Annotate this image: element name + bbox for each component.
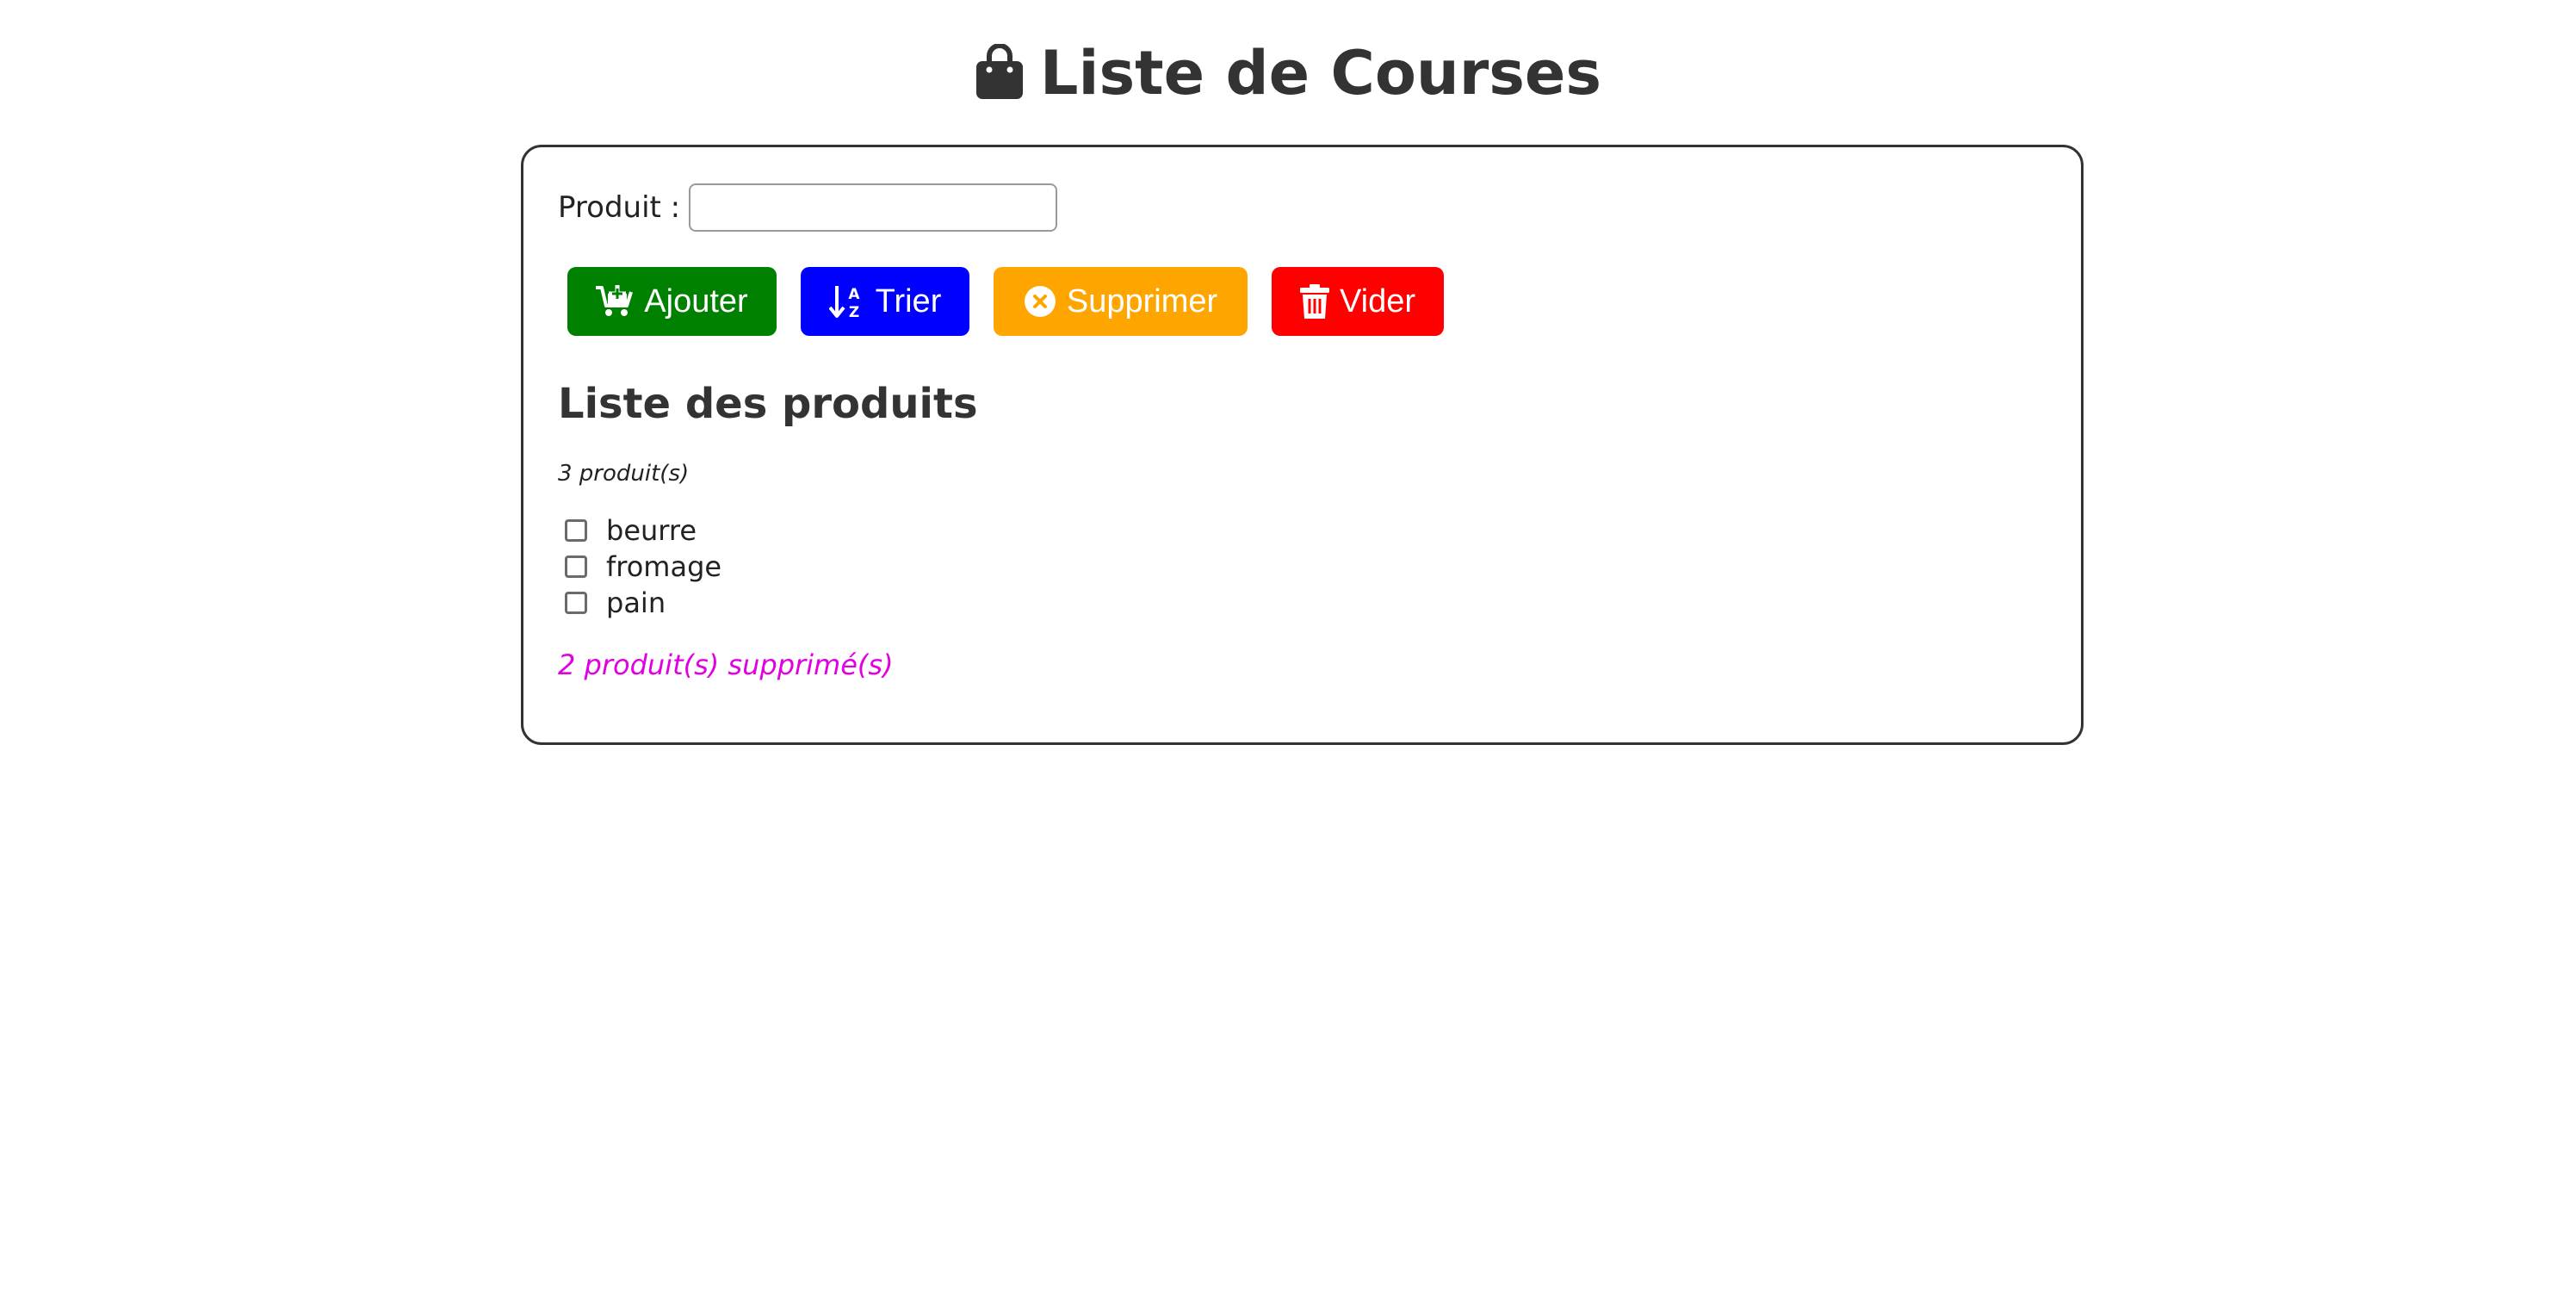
page-title: Liste de Courses [0, 34, 2576, 119]
sort-button-label: Trier [875, 282, 942, 320]
item-checkbox[interactable] [565, 555, 587, 578]
list-item: pain [565, 585, 721, 621]
shopping-bag-icon [975, 41, 1025, 119]
svg-text:A: A [848, 286, 860, 303]
remove-button-label: Supprimer [1066, 282, 1218, 320]
list-title: Liste des produits [558, 380, 978, 428]
sort-button[interactable]: A Z Trier [801, 267, 969, 336]
cart-plus-icon [596, 285, 634, 316]
clear-button[interactable]: Vider [1272, 267, 1444, 336]
sort-alpha-down-icon: A Z [828, 286, 860, 319]
item-count: 3 produit(s) [558, 461, 690, 487]
product-input[interactable] [689, 183, 1058, 232]
item-checkbox[interactable] [565, 592, 587, 614]
product-field-row: Produit : [558, 182, 1058, 233]
page-title-text: Liste de Courses [1039, 38, 1602, 109]
action-buttons: Ajouter A Z Trier Supprimer Vider [567, 267, 1444, 336]
list-item: beurre [565, 512, 721, 549]
item-label: pain [606, 586, 666, 619]
trash-icon [1299, 284, 1329, 319]
product-label: Produit : [558, 190, 681, 225]
shopping-list-card: Produit : Ajouter A Z Trier Supprimer Vi… [521, 145, 2084, 745]
item-label: fromage [606, 550, 722, 583]
item-label: beurre [606, 514, 697, 547]
list-item: fromage [565, 549, 721, 585]
svg-text:Z: Z [848, 304, 858, 319]
add-button-label: Ajouter [644, 282, 748, 320]
clear-button-label: Vider [1339, 282, 1416, 320]
product-list: beurre fromage pain [565, 512, 721, 621]
circle-x-icon [1024, 286, 1056, 317]
add-button[interactable]: Ajouter [567, 267, 777, 336]
item-checkbox[interactable] [565, 519, 587, 542]
remove-button[interactable]: Supprimer [994, 267, 1248, 336]
removed-status: 2 produit(s) supprimé(s) [558, 648, 894, 681]
